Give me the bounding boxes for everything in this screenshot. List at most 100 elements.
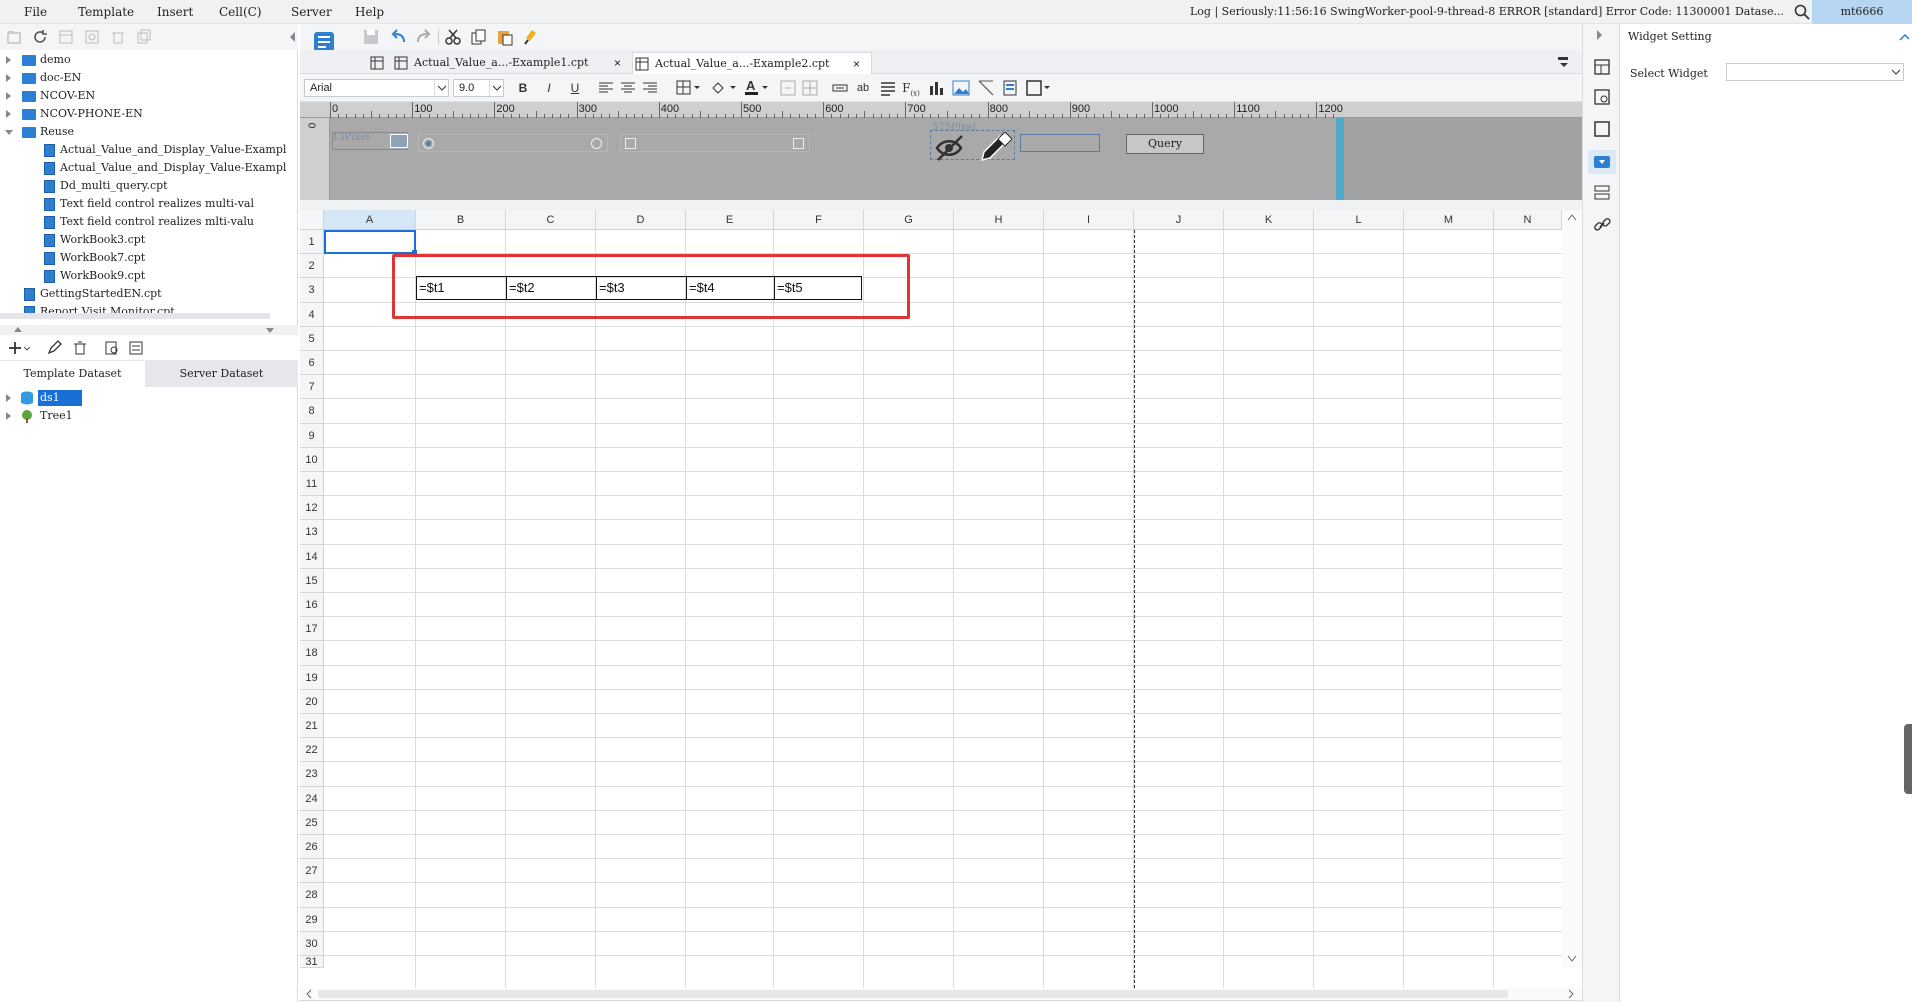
- column-header-l[interactable]: L: [1314, 210, 1404, 230]
- tree-item-file[interactable]: Text field control realizes multi-val: [0, 195, 290, 213]
- row-header-24[interactable]: 24: [300, 786, 324, 811]
- cut-icon[interactable]: [444, 28, 462, 46]
- paste-icon[interactable]: [496, 28, 514, 46]
- tab-server-dataset[interactable]: Server Dataset: [145, 361, 298, 387]
- panel-splitter[interactable]: [0, 325, 298, 335]
- row-header-6[interactable]: 6: [300, 351, 324, 376]
- delete-dataset-icon[interactable]: [72, 340, 88, 356]
- column-header-n[interactable]: N: [1494, 210, 1562, 230]
- tab-list-icon[interactable]: [1556, 55, 1572, 69]
- text-widget[interactable]: [1020, 134, 1100, 152]
- add-dataset-icon[interactable]: [8, 340, 30, 356]
- row-header-31[interactable]: 31: [300, 956, 324, 968]
- close-tab-icon[interactable]: ×: [614, 52, 621, 74]
- row-header-11[interactable]: 11: [300, 472, 324, 497]
- expand-up-icon[interactable]: [14, 327, 22, 332]
- radio-group-widget[interactable]: [418, 134, 608, 152]
- row-header-28[interactable]: 28: [300, 883, 324, 908]
- dataset-item-tree1[interactable]: Tree1: [0, 407, 290, 425]
- row-header-23[interactable]: 23: [300, 762, 324, 787]
- checkbox-group-widget[interactable]: [620, 134, 810, 152]
- select-all-corner[interactable]: [300, 210, 324, 230]
- row-header-29[interactable]: 29: [300, 907, 324, 932]
- row-header-7[interactable]: 7: [300, 375, 324, 400]
- column-header-b[interactable]: B: [416, 210, 506, 230]
- tree-item-file[interactable]: WorkBook3.cpt: [0, 231, 290, 249]
- row-header-1[interactable]: 1: [300, 230, 324, 255]
- row-header-10[interactable]: 10: [300, 447, 324, 472]
- unmerge-cells-icon[interactable]: [802, 80, 818, 96]
- scroll-up-icon[interactable]: [1566, 212, 1578, 222]
- row-header-13[interactable]: 13: [300, 520, 324, 545]
- collapse-right-icon[interactable]: [1597, 30, 1602, 40]
- undo-icon[interactable]: [390, 28, 408, 46]
- tree-item-reuse[interactable]: Reuse: [0, 123, 290, 141]
- tree-item-doc-en[interactable]: doc-EN: [0, 69, 290, 87]
- vertical-scrollbar[interactable]: [1562, 210, 1582, 968]
- select-widget-dropdown[interactable]: [1726, 63, 1904, 81]
- delete-icon[interactable]: [110, 29, 126, 45]
- subreport-icon[interactable]: [1002, 80, 1018, 96]
- template-icon[interactable]: [58, 29, 74, 45]
- align-right-icon[interactable]: [642, 81, 658, 95]
- new-folder-icon[interactable]: [6, 29, 22, 45]
- row-header-4[interactable]: 4: [300, 302, 324, 327]
- menu-file[interactable]: File: [24, 5, 47, 19]
- cell-grid[interactable]: ABCDEFGHIJKLMN 1 2 3 4 5 6 7 8 9 10 11 12 13 14 15 16 17…: [300, 210, 1582, 988]
- column-header-c[interactable]: C: [506, 210, 596, 230]
- font-family-select[interactable]: Arial: [304, 79, 449, 97]
- scroll-thumb[interactable]: [318, 990, 1508, 998]
- collapse-left-icon[interactable]: [290, 32, 295, 42]
- italic-button[interactable]: I: [540, 80, 558, 96]
- row-header-3[interactable]: 3: [300, 278, 324, 303]
- combo-arrow-icon[interactable]: [390, 134, 408, 148]
- side-handle[interactable]: [1904, 724, 1912, 794]
- expand-down-icon[interactable]: [266, 328, 274, 333]
- tree-item-file[interactable]: Dd_multi_query.cpt: [0, 177, 290, 195]
- tab-template-dataset[interactable]: Template Dataset: [0, 361, 145, 387]
- tab-example2[interactable]: Actual_Value_a...-Example2.cpt ×: [632, 52, 872, 74]
- scroll-down-icon[interactable]: [1566, 954, 1578, 964]
- row-header-12[interactable]: 12: [300, 496, 324, 521]
- log-message[interactable]: Log | Seriously:11:56:16 SwingWorker-poo…: [1190, 5, 1784, 18]
- close-tab-icon[interactable]: ×: [853, 53, 860, 75]
- tree-item-ncov-en[interactable]: NCOV-EN: [0, 87, 290, 105]
- fill-color-icon[interactable]: [710, 80, 738, 96]
- tree-item-file[interactable]: Report Visit Monitor.cpt: [0, 303, 290, 313]
- row-header-25[interactable]: 25: [300, 810, 324, 835]
- row-header-8[interactable]: 8: [300, 399, 324, 424]
- hyperlink-icon[interactable]: [1593, 216, 1611, 234]
- chart-icon[interactable]: [928, 80, 944, 96]
- row-header-27[interactable]: 27: [300, 859, 324, 884]
- pin-icon[interactable]: [1898, 28, 1912, 42]
- column-header-e[interactable]: E: [686, 210, 774, 230]
- row-header-18[interactable]: 18: [300, 641, 324, 666]
- dataset-item-ds1[interactable]: ds1: [0, 389, 290, 407]
- parameter-resize-handle[interactable]: [1336, 118, 1344, 200]
- column-header-a[interactable]: A: [324, 210, 416, 230]
- copy-icon[interactable]: [136, 29, 152, 45]
- format-painter-icon[interactable]: [522, 28, 540, 46]
- border-icon[interactable]: [676, 80, 702, 96]
- formula-icon[interactable]: F(x): [902, 80, 920, 97]
- horizontal-scrollbar[interactable]: [300, 988, 1582, 1000]
- column-header-h[interactable]: H: [954, 210, 1044, 230]
- slash-icon[interactable]: [978, 80, 994, 96]
- column-header-g[interactable]: G: [864, 210, 954, 230]
- cell-element-icon[interactable]: [1593, 58, 1611, 76]
- condition-attribute-icon[interactable]: [1593, 184, 1611, 202]
- scroll-right-icon[interactable]: [1566, 989, 1576, 999]
- menu-template[interactable]: Template: [78, 5, 134, 19]
- frame-icon[interactable]: [1026, 80, 1052, 96]
- selected-cell-a1[interactable]: [324, 230, 416, 254]
- bold-button[interactable]: B: [514, 80, 532, 96]
- search-icon[interactable]: [1794, 4, 1810, 20]
- column-header-d[interactable]: D: [596, 210, 686, 230]
- scroll-left-icon[interactable]: [304, 989, 314, 999]
- row-header-16[interactable]: 16: [300, 593, 324, 618]
- dataset-params-icon[interactable]: [128, 340, 144, 356]
- user-account[interactable]: mt6666: [1812, 0, 1912, 24]
- menu-server[interactable]: Server: [291, 5, 332, 19]
- menu-insert[interactable]: Insert: [157, 5, 193, 19]
- refresh-icon[interactable]: [32, 29, 48, 45]
